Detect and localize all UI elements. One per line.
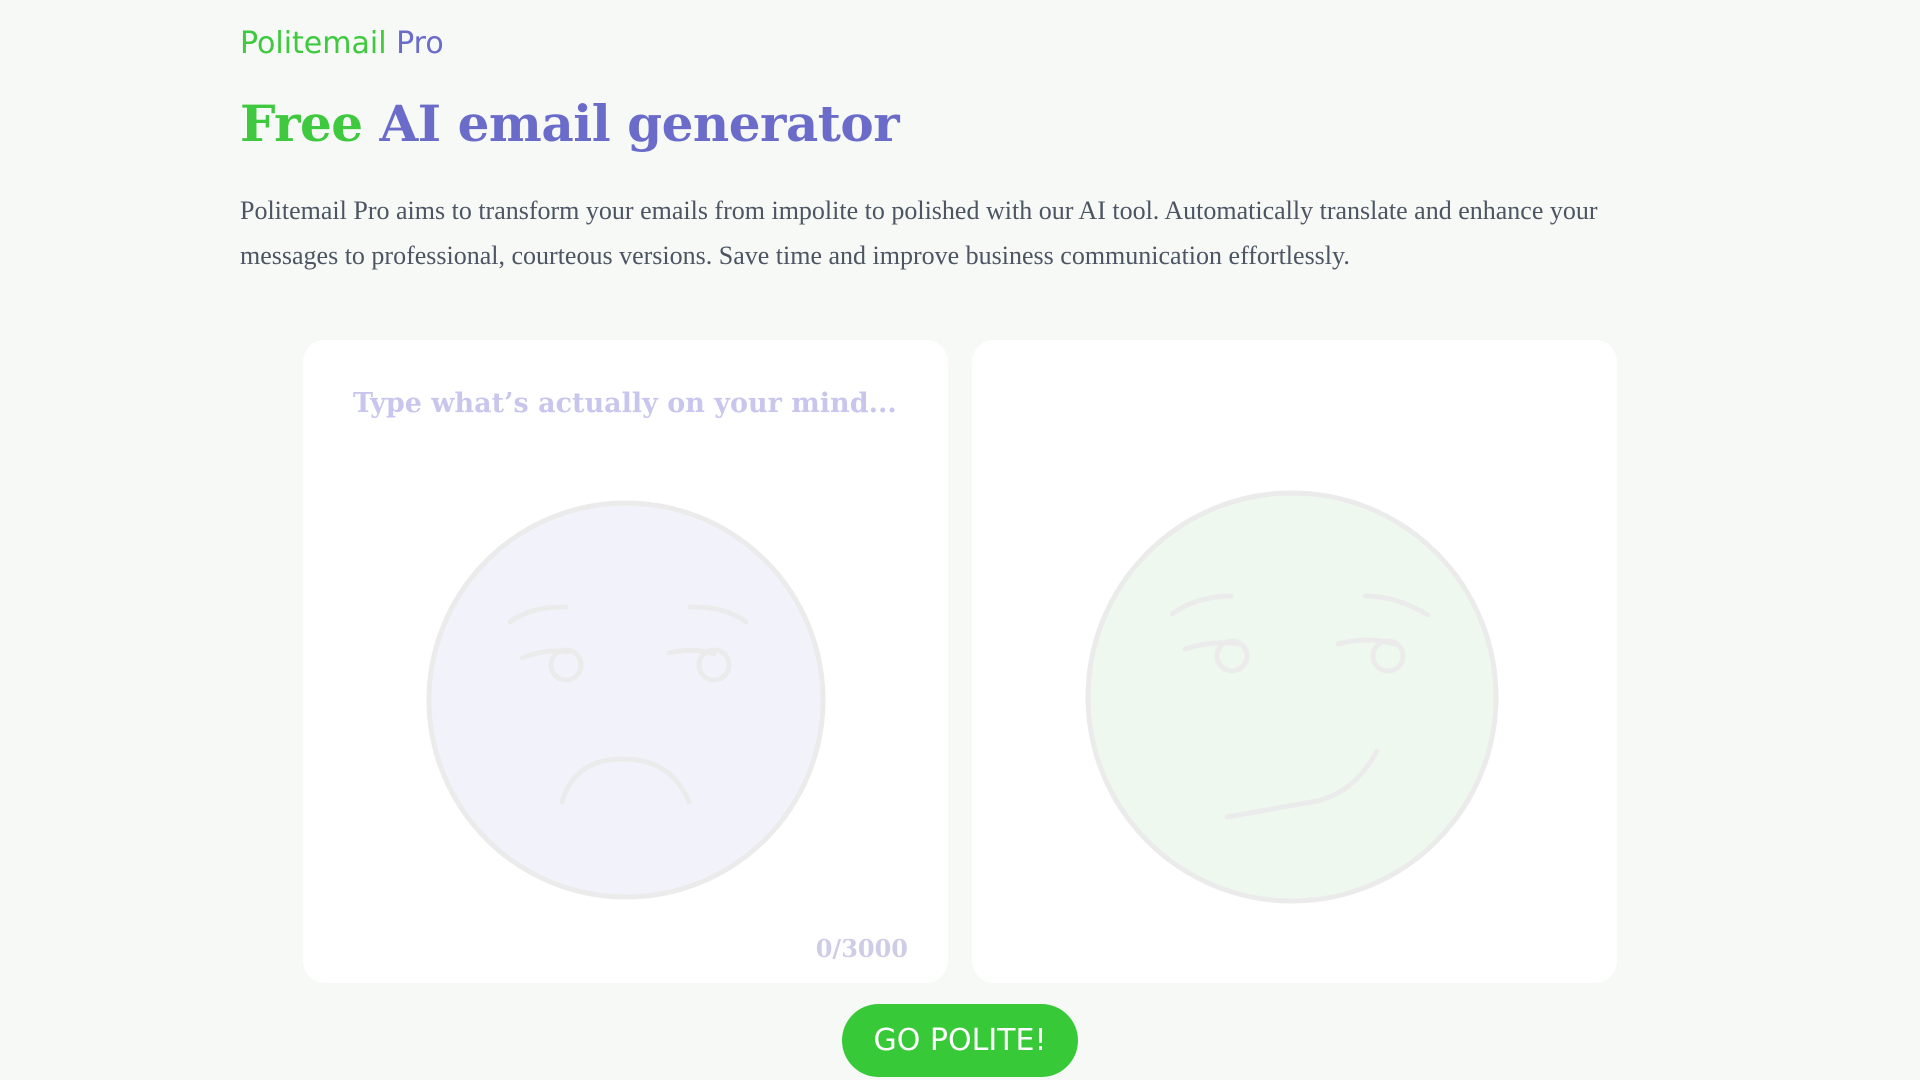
page: Politemail Pro Free AI email generator P…	[0, 0, 1920, 1080]
input-panel: 0/3000	[303, 340, 948, 983]
page-title: Free AI email generator	[240, 84, 900, 164]
logo[interactable]: Politemail Pro	[240, 22, 444, 66]
intro-text: Politemail Pro aims to transform your em…	[240, 196, 1598, 270]
output-panel	[972, 340, 1617, 983]
page-title-rest: AI email generator	[379, 94, 900, 153]
sad-face-icon	[426, 500, 826, 900]
logo-text-secondary: Pro	[396, 26, 444, 61]
character-counter: 0/3000	[815, 934, 908, 963]
smirk-face-icon	[1085, 490, 1499, 904]
logo-text-primary: Politemail	[240, 26, 387, 61]
page-title-highlight: Free	[240, 94, 363, 153]
go-polite-button[interactable]: GO POLITE!	[842, 1004, 1078, 1077]
mind-input[interactable]	[353, 388, 913, 438]
